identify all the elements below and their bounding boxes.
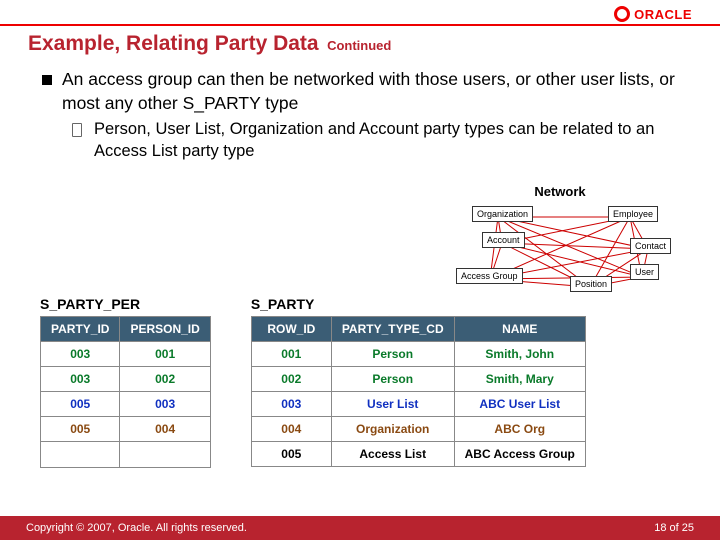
table-cell: 001 <box>120 342 210 367</box>
table-cell <box>120 442 210 468</box>
table2-title: S_PARTY <box>251 296 586 312</box>
title-continued: Continued <box>327 38 391 53</box>
bullet-level1: An access group can then be networked wi… <box>42 68 686 115</box>
footer-copyright: Copyright © 2007, Oracle. All rights res… <box>26 522 247 534</box>
page-total: 25 <box>682 522 694 534</box>
table-header: PARTY_ID <box>41 317 120 342</box>
node-employee: Employee <box>608 206 658 222</box>
table-cell: 005 <box>251 442 331 467</box>
table-cell <box>41 442 120 468</box>
table-cell: 004 <box>120 417 210 442</box>
table1-wrapper: S_PARTY_PER PARTY_IDPERSON_ID 0030010030… <box>40 296 211 468</box>
table-row: 004OrganizationABC Org <box>251 417 585 442</box>
footer-bar: Copyright © 2007, Oracle. All rights res… <box>0 516 720 540</box>
slide-title: Example, Relating Party Data Continued <box>0 30 720 64</box>
table-row: 005003 <box>41 392 211 417</box>
network-diagram: Network Organization Employee A <box>430 184 690 302</box>
table-cell: Person <box>331 367 454 392</box>
table-cell: Smith, Mary <box>454 367 585 392</box>
table-cell: 005 <box>41 392 120 417</box>
table-cell: 002 <box>120 367 210 392</box>
table-cell: User List <box>331 392 454 417</box>
header-bar: ORACLE <box>0 0 720 24</box>
table-row: 003User ListABC User List <box>251 392 585 417</box>
table-cell: ABC Org <box>454 417 585 442</box>
hollow-bullet-icon <box>72 123 82 137</box>
oracle-logo: ORACLE <box>614 6 692 22</box>
header-underline <box>0 24 720 26</box>
table-header: PERSON_ID <box>120 317 210 342</box>
table-cell: 003 <box>251 392 331 417</box>
table-cell: Access List <box>331 442 454 467</box>
page-sep: of <box>666 522 681 534</box>
table-cell: 005 <box>41 417 120 442</box>
table-cell: Organization <box>331 417 454 442</box>
table-cell: 003 <box>41 342 120 367</box>
table-cell: 003 <box>120 392 210 417</box>
page-current: 18 <box>654 522 666 534</box>
table-row: 001PersonSmith, John <box>251 342 585 367</box>
content-area: An access group can then be networked wi… <box>0 64 720 162</box>
bullet-level2: Person, User List, Organization and Acco… <box>72 119 686 162</box>
sub-bullet-text: Person, User List, Organization and Acco… <box>94 119 686 162</box>
table-cell: 003 <box>41 367 120 392</box>
table-cell: 001 <box>251 342 331 367</box>
table-cell: ABC User List <box>454 392 585 417</box>
table-header: ROW_ID <box>251 317 331 342</box>
table-s-party-per: PARTY_IDPERSON_ID 0030010030020050030050… <box>40 316 211 468</box>
square-bullet-icon <box>42 75 52 85</box>
table1-title: S_PARTY_PER <box>40 296 211 312</box>
tables-area: S_PARTY_PER PARTY_IDPERSON_ID 0030010030… <box>40 296 586 468</box>
table-cell: 004 <box>251 417 331 442</box>
table2-wrapper: S_PARTY ROW_IDPARTY_TYPE_CDNAME 001Perso… <box>251 296 586 468</box>
node-access-group: Access Group <box>456 268 523 284</box>
oracle-o-icon <box>614 6 630 22</box>
network-title: Network <box>430 184 690 199</box>
table-s-party: ROW_IDPARTY_TYPE_CDNAME 001PersonSmith, … <box>251 316 586 467</box>
table-row: 003002 <box>41 367 211 392</box>
bullet-text: An access group can then be networked wi… <box>62 68 686 115</box>
table-cell: Person <box>331 342 454 367</box>
table-header: PARTY_TYPE_CD <box>331 317 454 342</box>
node-contact: Contact <box>630 238 671 254</box>
table-row-empty <box>41 442 211 468</box>
table-cell: 002 <box>251 367 331 392</box>
title-main: Example, Relating Party Data <box>28 32 319 55</box>
table-header: NAME <box>454 317 585 342</box>
table-row: 005Access ListABC Access Group <box>251 442 585 467</box>
node-organization: Organization <box>472 206 533 222</box>
footer-page: 18 of 25 <box>654 522 694 534</box>
table-row: 005004 <box>41 417 211 442</box>
node-user: User <box>630 264 659 280</box>
node-position: Position <box>570 276 612 292</box>
table-row: 003001 <box>41 342 211 367</box>
table-cell: ABC Access Group <box>454 442 585 467</box>
oracle-logo-text: ORACLE <box>634 7 692 22</box>
node-account: Account <box>482 232 525 248</box>
table-row: 002PersonSmith, Mary <box>251 367 585 392</box>
table-cell: Smith, John <box>454 342 585 367</box>
